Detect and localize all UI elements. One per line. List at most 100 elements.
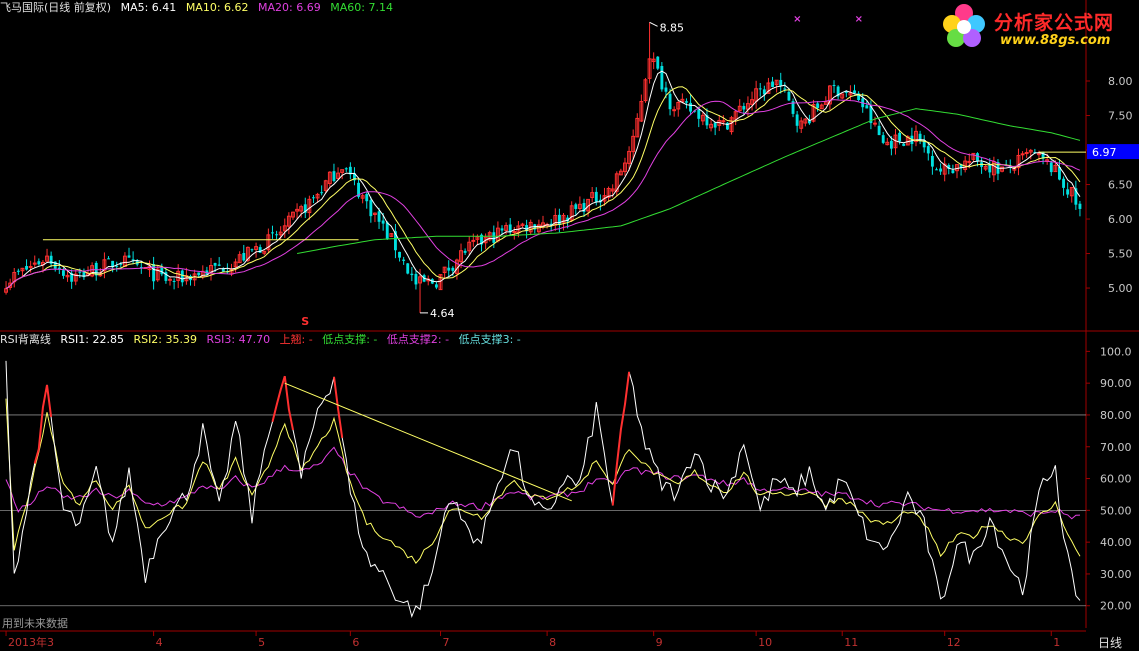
candle-body bbox=[779, 79, 783, 86]
candle-body bbox=[656, 56, 660, 69]
candle-body bbox=[881, 135, 885, 143]
candle-body bbox=[25, 265, 28, 270]
candle-body bbox=[172, 280, 176, 282]
lower-ytick-label: 70.00 bbox=[1100, 441, 1132, 454]
high-marker-label: 8.85 bbox=[660, 21, 685, 34]
candle-body bbox=[783, 88, 787, 90]
upper-legend: 飞马国际(日线 前复权) MA5: 6.41 MA10: 6.62 MA20: … bbox=[0, 1, 399, 15]
candle-body bbox=[16, 270, 20, 272]
lower-ytick-label: 100.0 bbox=[1100, 345, 1132, 358]
signal-mark: × bbox=[793, 14, 801, 25]
lower-ytick-label: 20.00 bbox=[1100, 600, 1132, 613]
candle-body bbox=[320, 192, 324, 194]
candle-body bbox=[180, 270, 184, 283]
candle-body bbox=[344, 168, 348, 170]
upper-ytick-label: 5.50 bbox=[1108, 248, 1133, 261]
candle-body bbox=[771, 81, 774, 87]
legend-ma20: MA20: 6.69 bbox=[258, 1, 321, 14]
candle-body bbox=[935, 169, 938, 171]
current-price-label: 6.97 bbox=[1092, 146, 1117, 159]
candle-body bbox=[1020, 153, 1025, 156]
upper-ytick-label: 7.50 bbox=[1108, 110, 1133, 123]
candle-body bbox=[668, 93, 672, 110]
candle-body bbox=[816, 103, 820, 109]
legend-ma5: MA5: 6.41 bbox=[120, 1, 177, 14]
high-marker-arrow bbox=[649, 21, 658, 27]
legend-support1: 低点支撑: - bbox=[322, 333, 378, 346]
x-month-label: 6 bbox=[352, 636, 359, 649]
legend-rsi1: RSI1: 22.85 bbox=[60, 333, 124, 346]
candle-body bbox=[115, 265, 119, 267]
lower-ytick-label: 50.00 bbox=[1100, 504, 1132, 517]
rsi-upturn-segment bbox=[611, 371, 631, 506]
candle-body bbox=[873, 122, 877, 125]
candle-body bbox=[664, 87, 668, 92]
candle-body bbox=[853, 90, 856, 94]
x-month-label: 4 bbox=[156, 636, 163, 649]
candle-body bbox=[713, 122, 717, 128]
candle-body bbox=[988, 164, 992, 173]
candle-body bbox=[168, 278, 172, 281]
candle-body bbox=[672, 109, 677, 112]
rsi-upturn-segment bbox=[33, 384, 53, 464]
candle-body bbox=[877, 125, 881, 136]
legend-ma60: MA60: 7.14 bbox=[330, 1, 393, 14]
x-month-label: 9 bbox=[656, 636, 663, 649]
candle-body bbox=[78, 271, 82, 273]
candle-body bbox=[217, 264, 221, 266]
logo-title: 分析家公式网 bbox=[994, 12, 1115, 34]
candle-body bbox=[889, 140, 893, 149]
candle-body bbox=[689, 102, 692, 112]
candle-body bbox=[381, 220, 385, 224]
x-month-label: 10 bbox=[758, 636, 772, 649]
candle-body bbox=[275, 234, 279, 236]
candle-body bbox=[574, 204, 578, 209]
ma60-line bbox=[297, 108, 1081, 254]
candle-body bbox=[447, 267, 451, 271]
candle-body bbox=[406, 263, 410, 274]
candle-body bbox=[795, 114, 799, 126]
candle-body bbox=[332, 171, 336, 181]
candle-body bbox=[127, 255, 131, 258]
lower-ytick-label: 30.00 bbox=[1100, 568, 1132, 581]
candle-body bbox=[160, 266, 164, 275]
lower-ytick-label: 80.00 bbox=[1100, 409, 1132, 422]
candle-body bbox=[402, 259, 406, 261]
candle-body bbox=[976, 153, 979, 162]
site-logo: 分析家公式网 www.88gs.com bbox=[936, 2, 1136, 52]
legend-support2: 低点支撑2: - bbox=[386, 333, 450, 346]
candle-body bbox=[902, 143, 906, 146]
candle-body bbox=[197, 272, 201, 276]
ma10-line bbox=[5, 86, 1081, 290]
candle-body bbox=[152, 264, 156, 282]
candle-body bbox=[463, 250, 467, 253]
candle-body bbox=[787, 91, 791, 101]
candle-body bbox=[1062, 178, 1065, 188]
lower-ytick-label: 90.00 bbox=[1100, 377, 1132, 390]
x-month-label: 8 bbox=[549, 636, 556, 649]
upper-ytick-label: 6.50 bbox=[1108, 179, 1133, 192]
rsi-upturn-segment bbox=[271, 375, 294, 431]
logo-url: www.88gs.com bbox=[1000, 33, 1111, 48]
candle-body bbox=[865, 105, 869, 109]
period-label[interactable]: 日线 bbox=[1098, 634, 1122, 651]
candle-body bbox=[1049, 162, 1053, 173]
candle-body bbox=[377, 211, 381, 222]
legend-ma10: MA10: 6.62 bbox=[185, 1, 249, 14]
upper-ytick-label: 8.00 bbox=[1108, 75, 1133, 88]
candle-body bbox=[410, 273, 414, 276]
candle-body bbox=[1066, 189, 1070, 195]
candle-body bbox=[951, 170, 955, 174]
legend-upturn: 上翘: - bbox=[279, 333, 313, 346]
candle-body bbox=[398, 251, 401, 258]
candle-body bbox=[685, 101, 688, 103]
low-marker-label: 4.64 bbox=[430, 307, 455, 320]
candle-body bbox=[492, 232, 496, 243]
legend-support3: 低点支撑3: - bbox=[458, 333, 521, 346]
future-data-label: 用到未来数据 bbox=[2, 616, 68, 630]
rsi3-line bbox=[5, 446, 1081, 520]
signal-mark: S bbox=[301, 315, 309, 328]
candle-body bbox=[471, 239, 476, 242]
lower-legend: RSI背离线 RSI1: 22.85 RSI2: 35.39 RSI3: 47.… bbox=[0, 333, 527, 347]
candle-body bbox=[213, 262, 217, 266]
